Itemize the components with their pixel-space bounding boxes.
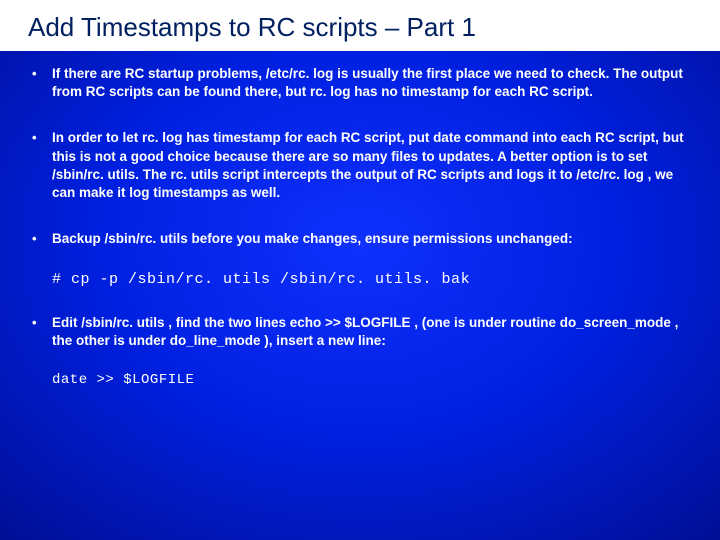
bullet-list: Edit /sbin/rc. utils , find the two line… (28, 314, 692, 350)
bullet-list: If there are RC startup problems, /etc/r… (28, 65, 692, 249)
slide: Add Timestamps to RC scripts – Part 1 If… (0, 0, 720, 540)
bullet-item: Backup /sbin/rc. utils before you make c… (28, 230, 692, 248)
code-block: # cp -p /sbin/rc. utils /sbin/rc. utils.… (52, 271, 692, 288)
slide-body: If there are RC startup problems, /etc/r… (0, 51, 720, 398)
bullet-item: In order to let rc. log has timestamp fo… (28, 129, 692, 202)
code-block: date >> $LOGFILE (52, 372, 692, 388)
bullet-item: Edit /sbin/rc. utils , find the two line… (28, 314, 692, 350)
bullet-item: If there are RC startup problems, /etc/r… (28, 65, 692, 101)
title-area: Add Timestamps to RC scripts – Part 1 (0, 0, 720, 51)
slide-title: Add Timestamps to RC scripts – Part 1 (28, 12, 702, 43)
